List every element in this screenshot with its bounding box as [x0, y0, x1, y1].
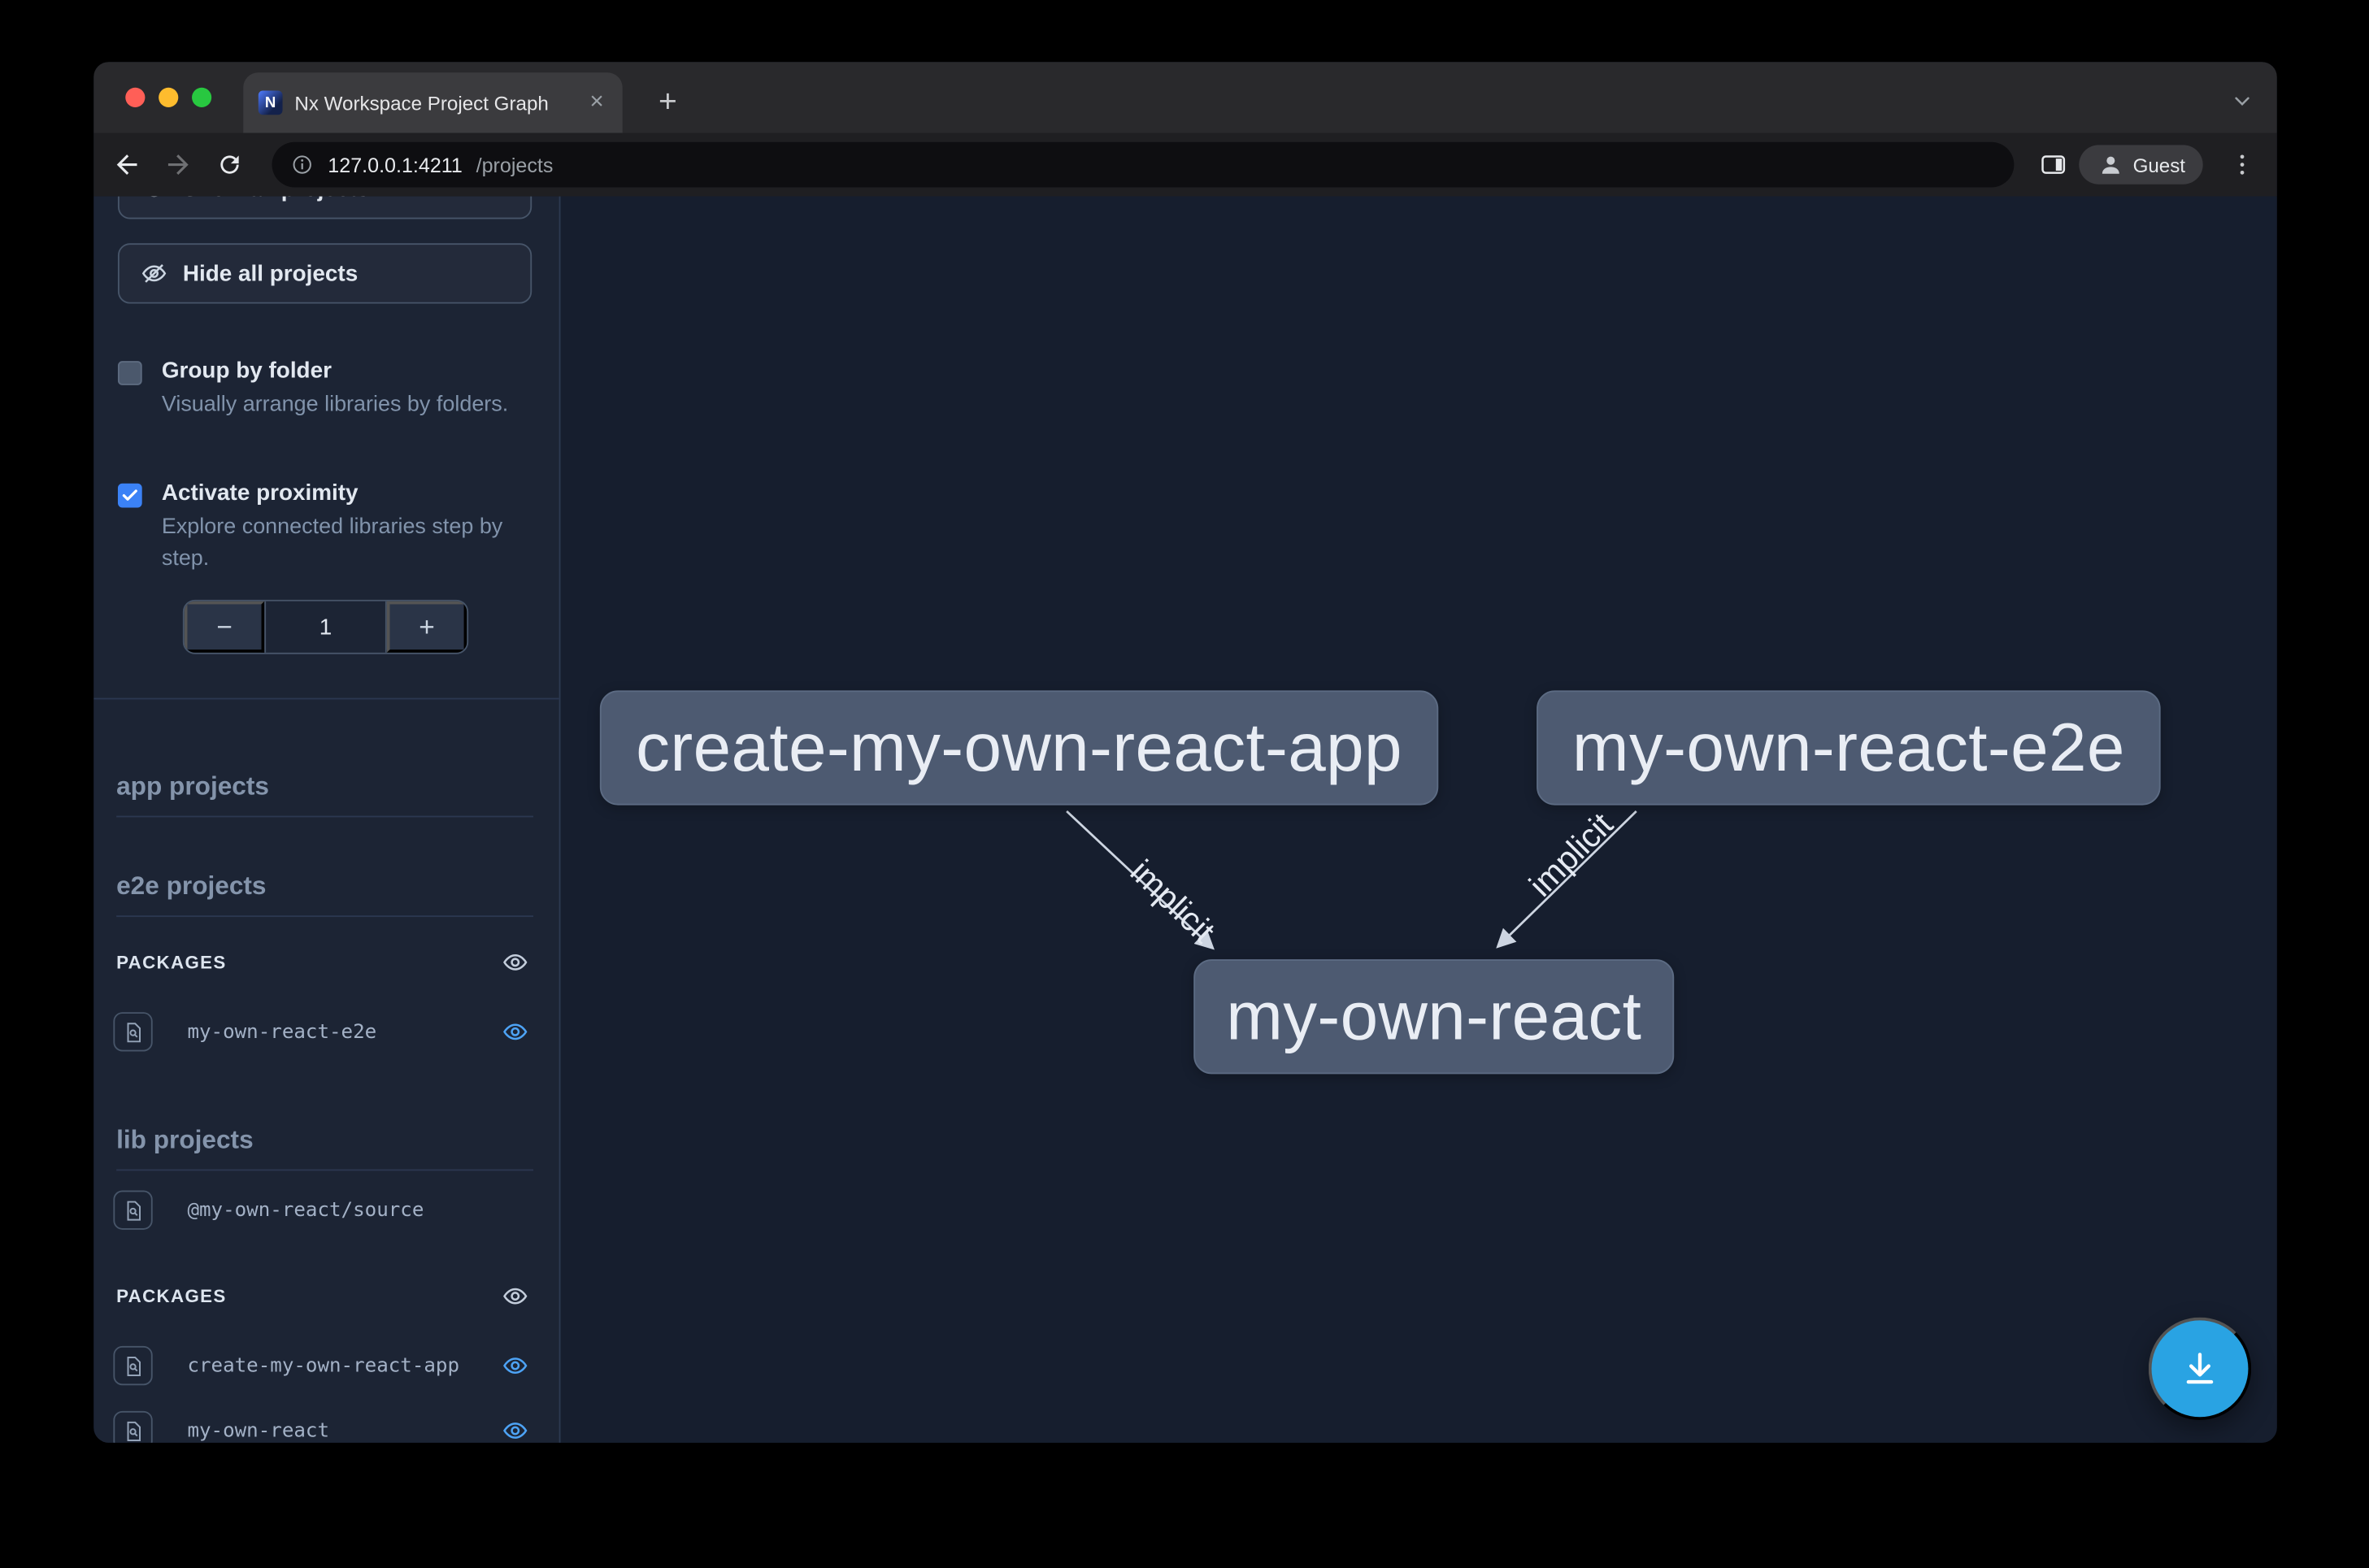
- document-search-icon: [113, 1346, 152, 1385]
- project-name[interactable]: create-my-own-react-app: [187, 1354, 459, 1377]
- group-by-folder-checkbox[interactable]: [118, 361, 142, 385]
- eye-icon[interactable]: [502, 1352, 528, 1379]
- proximity-decrement-button[interactable]: −: [185, 602, 265, 653]
- graph-node-my-own-react[interactable]: my-own-react: [1193, 959, 1674, 1074]
- avatar-icon: [2097, 151, 2123, 178]
- packages-header-lib: PACKAGES: [116, 1283, 541, 1310]
- nx-favicon-icon: N: [259, 91, 283, 115]
- eye-icon: [141, 197, 167, 202]
- edge-label-implicit: implicit: [1522, 805, 1620, 903]
- profile-chip[interactable]: Guest: [2079, 145, 2202, 184]
- screen: N Nx Workspace Project Graph × +: [0, 0, 2369, 1568]
- info-icon[interactable]: [290, 153, 315, 177]
- traffic-light-minimize-button[interactable]: [159, 88, 178, 107]
- reload-button[interactable]: [211, 146, 248, 183]
- document-search-icon: [113, 1190, 152, 1229]
- project-row: create-my-own-react-app: [113, 1346, 541, 1385]
- browser-toolbar: 127.0.0.1:4211/projects Guest: [93, 133, 2277, 197]
- hide-all-projects-button[interactable]: Hide all projects: [118, 243, 532, 303]
- divider: [116, 816, 533, 818]
- tab-title: Nx Workspace Project Graph: [294, 91, 571, 114]
- proximity-stepper: − 1 +: [183, 600, 468, 654]
- edge-label-implicit: implicit: [1124, 853, 1223, 950]
- back-button[interactable]: [109, 146, 146, 183]
- check-icon: [121, 486, 139, 504]
- traffic-light-close-button[interactable]: [125, 88, 145, 107]
- hide-all-projects-label: Hide all projects: [183, 261, 358, 287]
- tab-close-icon[interactable]: ×: [583, 89, 610, 116]
- show-all-projects-label: Show all projects: [183, 197, 369, 202]
- url-path: /projects: [476, 154, 554, 176]
- url-host: 127.0.0.1:4211: [328, 154, 463, 176]
- page-content: Show all projects Hide all projects Grou…: [93, 197, 2277, 1443]
- group-by-folder-label[interactable]: Group by folder: [162, 357, 332, 387]
- project-row: my-own-react: [113, 1411, 541, 1443]
- graph-node-create-my-own-react-app[interactable]: create-my-own-react-app: [600, 690, 1438, 805]
- graph-canvas[interactable]: implicit implicit create-my-own-react-ap…: [561, 197, 2277, 1443]
- eye-icon[interactable]: [502, 1283, 528, 1310]
- graph-node-my-own-react-e2e[interactable]: my-own-react-e2e: [1537, 690, 2161, 805]
- divider: [116, 915, 533, 917]
- activate-proximity-checkbox[interactable]: [118, 484, 142, 508]
- packages-label: PACKAGES: [116, 952, 226, 973]
- proximity-value[interactable]: 1: [264, 602, 387, 653]
- browser-menu-icon[interactable]: [2224, 146, 2261, 183]
- browser-window: N Nx Workspace Project Graph × +: [93, 62, 2277, 1443]
- document-search-icon: [113, 1012, 152, 1051]
- address-bar[interactable]: 127.0.0.1:4211/projects: [272, 142, 2015, 188]
- eye-icon[interactable]: [502, 1019, 528, 1045]
- proximity-increment-button[interactable]: +: [387, 602, 467, 653]
- activate-proximity-description: Explore connected libraries step by step…: [162, 512, 551, 576]
- sidebar: Show all projects Hide all projects Grou…: [93, 197, 560, 1443]
- packages-header-e2e: PACKAGES: [116, 949, 541, 975]
- graph-edges: implicit implicit: [561, 197, 2277, 1443]
- packages-label: PACKAGES: [116, 1286, 226, 1307]
- show-all-projects-button[interactable]: Show all projects: [118, 197, 532, 219]
- side-panel-icon[interactable]: [2035, 146, 2071, 183]
- divider: [93, 698, 560, 700]
- chevron-down-icon[interactable]: [2224, 83, 2261, 119]
- project-name[interactable]: my-own-react: [187, 1419, 329, 1442]
- project-row: @my-own-react/source: [113, 1190, 541, 1229]
- download-icon: [2179, 1348, 2221, 1390]
- eye-off-icon: [141, 260, 167, 287]
- e2e-projects-heading: e2e projects: [116, 870, 266, 903]
- eye-icon[interactable]: [502, 949, 528, 975]
- app-projects-heading: app projects: [116, 771, 269, 804]
- activate-proximity-label[interactable]: Activate proximity: [162, 479, 359, 509]
- new-tab-button[interactable]: +: [646, 81, 689, 124]
- divider: [116, 1169, 533, 1171]
- traffic-light-zoom-button[interactable]: [192, 88, 211, 107]
- project-row: my-own-react-e2e: [113, 1012, 541, 1051]
- project-name[interactable]: @my-own-react/source: [187, 1199, 424, 1222]
- forward-button[interactable]: [160, 146, 197, 183]
- lib-projects-heading: lib projects: [116, 1124, 254, 1158]
- document-search-icon: [113, 1411, 152, 1443]
- group-by-folder-description: Visually arrange libraries by folders.: [162, 389, 551, 421]
- eye-icon[interactable]: [502, 1417, 528, 1443]
- profile-label: Guest: [2133, 154, 2185, 176]
- tab-strip: N Nx Workspace Project Graph × +: [93, 62, 2277, 132]
- browser-tab[interactable]: N Nx Workspace Project Graph ×: [243, 72, 622, 132]
- download-image-button[interactable]: [2149, 1318, 2251, 1420]
- project-name[interactable]: my-own-react-e2e: [187, 1020, 376, 1043]
